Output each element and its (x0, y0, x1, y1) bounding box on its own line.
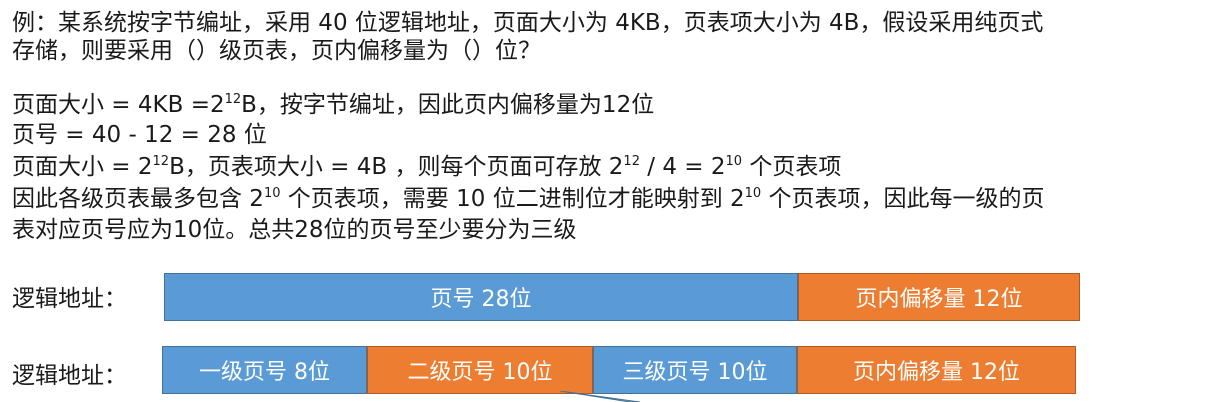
text: 因此各级页表最多包含 2 (12, 186, 264, 212)
level1-page-segment: 一级页号 8位 (162, 346, 367, 394)
address-bar-three-level: 一级页号 8位 二级页号 10位 三级页号 10位 页内偏移量 12位 (162, 346, 1076, 394)
explanation-line-1: 页面大小 = 4KB =212B，按字节编址，因此页内偏移量为12位 (12, 90, 654, 120)
text: 个页表项，因此每一级的页 (761, 186, 1045, 212)
page-offset-segment: 页内偏移量 12位 (797, 346, 1076, 394)
page-offset-segment: 页内偏移量 12位 (798, 273, 1080, 321)
level3-page-segment: 三级页号 10位 (593, 346, 797, 394)
text: 页面大小 = 2 (12, 154, 153, 180)
text: / 4 = 2 (639, 154, 726, 180)
exponent: 12 (623, 154, 640, 169)
connector-shape (560, 391, 641, 402)
exponent: 10 (725, 154, 743, 169)
question-line-2: 存储，则要采用（）级页表，页内偏移量为（）位？ (12, 38, 541, 64)
level2-page-segment: 二级页号 10位 (367, 346, 593, 394)
exponent: 10 (263, 186, 281, 201)
explanation-line-3: 页面大小 = 212B，页表项大小 = 4B ，则每个页面可存放 212 / 4… (12, 152, 841, 182)
text: 个页表项 (742, 154, 842, 180)
exponent: 10 (744, 186, 762, 201)
address-bar-single-level: 页号 28位 页内偏移量 12位 (164, 273, 1080, 321)
text: 页面大小 = 4KB =2 (12, 92, 225, 118)
explanation-line-2: 页号 = 40 - 12 = 28 位 (12, 122, 267, 148)
connector-triangle (560, 391, 641, 402)
explanation-line-4: 因此各级页表最多包含 210 个页表项，需要 10 位二进制位才能映射到 210… (12, 184, 1045, 214)
explanation-line-5: 表对应页号应为10位。总共28位的页号至少要分为三级 (12, 217, 577, 243)
text: 个页表项，需要 10 位二进制位才能映射到 2 (280, 186, 745, 212)
text: B，按字节编址，因此页内偏移量为12位 (241, 92, 655, 118)
text: B，页表项大小 = 4B ，则每个页面可存放 2 (169, 154, 624, 180)
exponent: 12 (152, 154, 170, 169)
page-number-segment: 页号 28位 (164, 273, 798, 321)
logical-address-label-2: 逻辑地址： (12, 363, 127, 389)
exponent: 12 (224, 92, 242, 107)
logical-address-label-1: 逻辑地址： (12, 286, 127, 312)
question-line-1: 例：某系统按字节编址，采用 40 位逻辑地址，页面大小为 4KB，页表项大小为 … (12, 10, 1044, 36)
